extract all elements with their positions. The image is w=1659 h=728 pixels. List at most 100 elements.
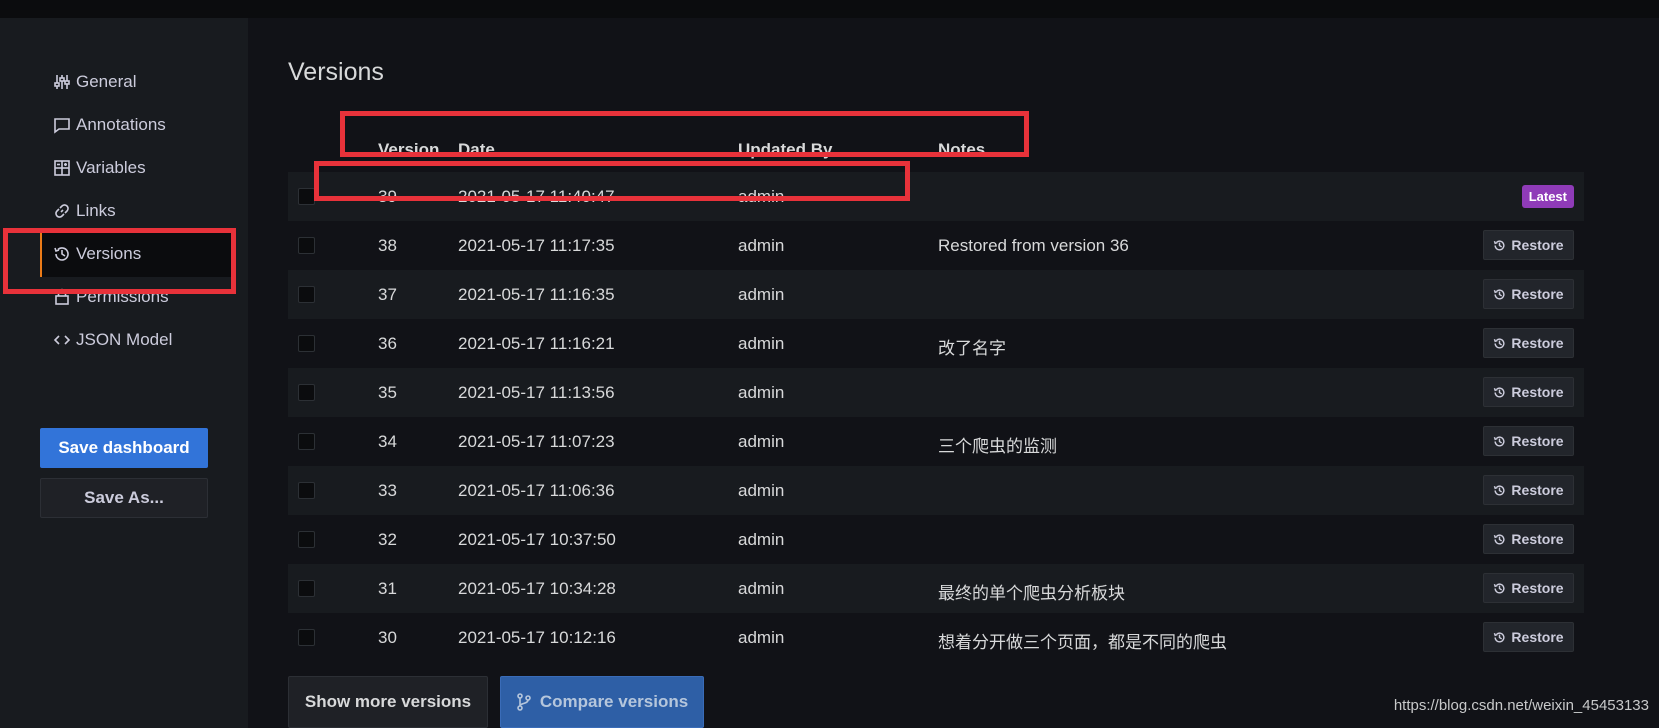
cell-updated-by: admin: [738, 579, 785, 598]
cell-updated-by: admin: [738, 628, 785, 647]
row-checkbox[interactable]: [298, 482, 315, 499]
row-checkbox[interactable]: [298, 286, 315, 303]
lock-icon: [53, 288, 71, 306]
history-icon: [1493, 337, 1506, 350]
cell-notes: Restored from version 36: [938, 236, 1129, 255]
save-dashboard-button[interactable]: Save dashboard: [40, 428, 208, 468]
cell-version: 36: [378, 334, 397, 353]
cell-date: 2021-05-17 11:06:36: [458, 481, 615, 500]
versions-table: Version Date Updated By Notes 39 2021-05-…: [288, 128, 1584, 662]
row-checkbox[interactable]: [298, 629, 315, 646]
table-header: Version Date Updated By Notes: [288, 128, 1584, 172]
column-header-notes: Notes: [938, 140, 986, 159]
cell-version: 31: [378, 579, 397, 598]
cell-updated-by: admin: [738, 334, 785, 353]
table-row: 38 2021-05-17 11:17:35 admin Restored from …: [288, 221, 1584, 270]
restore-label: Restore: [1511, 482, 1564, 498]
cell-updated-by: admin: [738, 432, 785, 451]
sidebar-item-versions[interactable]: Versions: [40, 231, 233, 277]
restore-button[interactable]: Restore: [1483, 230, 1574, 260]
code-branch-icon: [516, 693, 532, 711]
table-row: 39 2021-05-17 11:40:47 admin Latest: [288, 172, 1584, 221]
row-checkbox[interactable]: [298, 531, 315, 548]
cell-notes: 想着分开做三个页面，都是不同的爬虫: [938, 633, 1227, 652]
sidebar-item-variables[interactable]: Variables: [40, 145, 231, 191]
cell-updated-by: admin: [738, 236, 785, 255]
row-checkbox[interactable]: [298, 433, 315, 450]
restore-button[interactable]: Restore: [1483, 524, 1574, 554]
restore-label: Restore: [1511, 629, 1564, 645]
table-row: 34 2021-05-17 11:07:23 admin 三个爬虫的监测 Restore: [288, 417, 1584, 466]
row-checkbox[interactable]: [298, 335, 315, 352]
column-header-version: Version: [378, 140, 440, 159]
cell-date: 2021-05-17 10:37:50: [458, 530, 616, 549]
restore-button[interactable]: Restore: [1483, 622, 1574, 652]
restore-label: Restore: [1511, 433, 1564, 449]
table-row: 33 2021-05-17 11:06:36 admin Restore: [288, 466, 1584, 515]
sidebar-item-general[interactable]: General: [40, 59, 231, 105]
row-checkbox[interactable]: [298, 237, 315, 254]
restore-label: Restore: [1511, 286, 1564, 302]
cell-date: 2021-05-17 11:13:56: [458, 383, 615, 402]
sliders-icon: [53, 73, 71, 91]
sidebar-item-label: Permissions: [76, 287, 169, 306]
history-icon: [1493, 239, 1506, 252]
row-checkbox[interactable]: [298, 580, 315, 597]
cell-updated-by: admin: [738, 187, 785, 206]
sidebar-item-label: General: [76, 72, 137, 91]
restore-button[interactable]: Restore: [1483, 475, 1574, 505]
sidebar-item-label: Links: [76, 201, 116, 220]
cell-date: 2021-05-17 11:16:35: [458, 285, 615, 304]
compare-versions-button[interactable]: Compare versions: [500, 676, 704, 728]
sidebar-item-permissions[interactable]: Permissions: [40, 274, 231, 320]
cell-updated-by: admin: [738, 383, 785, 402]
sidebar-item-json-model[interactable]: JSON Model: [40, 317, 231, 363]
history-icon: [1493, 435, 1506, 448]
show-more-versions-button[interactable]: Show more versions: [288, 676, 488, 728]
column-header-updated-by: Updated By: [738, 140, 833, 159]
show-more-label: Show more versions: [304, 692, 472, 711]
restore-button[interactable]: Restore: [1483, 279, 1574, 309]
table-row: 32 2021-05-17 10:37:50 admin Restore: [288, 515, 1584, 564]
history-icon: [1493, 533, 1506, 546]
restore-button[interactable]: Restore: [1483, 328, 1574, 358]
restore-label: Restore: [1511, 531, 1564, 547]
cell-version: 34: [378, 432, 397, 451]
restore-button[interactable]: Restore: [1483, 573, 1574, 603]
restore-button[interactable]: Restore: [1483, 426, 1574, 456]
table-row: 36 2021-05-17 11:16:21 admin 改了名字 Restore: [288, 319, 1584, 368]
table-row: 37 2021-05-17 11:16:35 admin Restore: [288, 270, 1584, 319]
table-row: 35 2021-05-17 11:13:56 admin Restore: [288, 368, 1584, 417]
cell-updated-by: admin: [738, 285, 785, 304]
history-icon: [1493, 631, 1506, 644]
sidebar-item-links[interactable]: Links: [40, 188, 231, 234]
cell-notes: 改了名字: [938, 339, 1006, 358]
sidebar-item-label: JSON Model: [76, 330, 173, 349]
cell-date: 2021-05-17 11:17:35: [458, 236, 615, 255]
sidebar-item-label: Variables: [76, 158, 146, 177]
top-bar: [0, 0, 1659, 18]
column-header-date: Date: [458, 140, 495, 159]
cell-date: 2021-05-17 10:34:28: [458, 579, 616, 598]
comment-icon: [53, 116, 71, 134]
versions-panel: Versions Version Date Updated By Notes 3…: [248, 18, 1659, 728]
cell-version: 32: [378, 530, 397, 549]
sidebar-item-annotations[interactable]: Annotations: [40, 102, 231, 148]
link-icon: [53, 202, 71, 220]
compare-versions-label: Compare versions: [539, 692, 689, 711]
restore-label: Restore: [1511, 384, 1564, 400]
sidebar-item-label: Versions: [76, 244, 142, 263]
cell-notes: 三个爬虫的监测: [938, 437, 1057, 456]
restore-button[interactable]: Restore: [1483, 377, 1574, 407]
latest-badge: Latest: [1521, 185, 1574, 208]
code-icon: [53, 331, 71, 349]
row-checkbox[interactable]: [298, 188, 315, 205]
page-title: Versions: [288, 58, 384, 86]
history-icon: [53, 245, 71, 263]
table-row: 31 2021-05-17 10:34:28 admin 最终的单个爬虫分析板块 Res…: [288, 564, 1584, 613]
restore-label: Restore: [1511, 237, 1564, 253]
cell-date: 2021-05-17 11:40:47: [458, 187, 615, 206]
save-as-button[interactable]: Save As...: [40, 478, 208, 518]
cell-version: 30: [378, 628, 397, 647]
row-checkbox[interactable]: [298, 384, 315, 401]
